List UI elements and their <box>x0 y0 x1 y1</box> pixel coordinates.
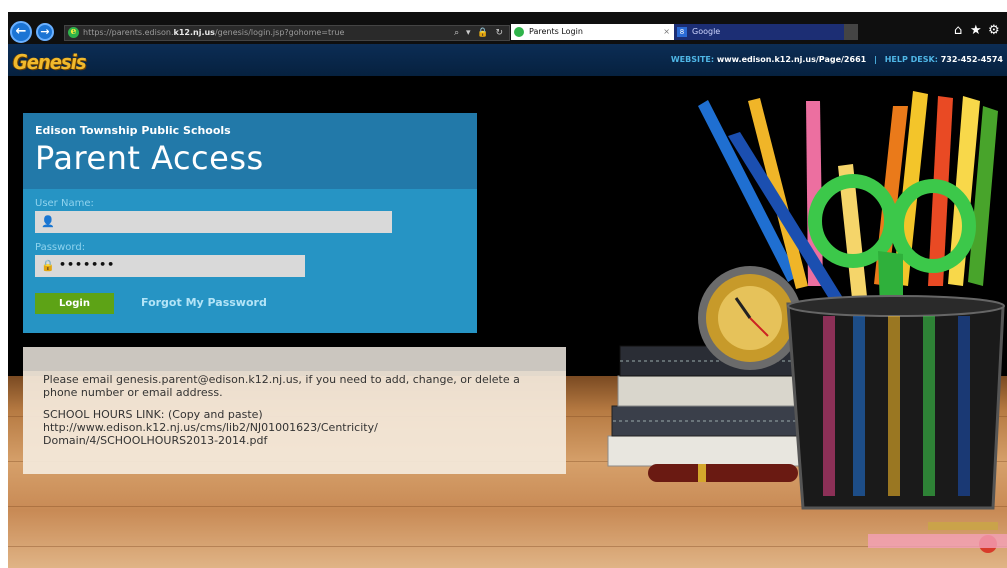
url-prefix: https://parents.edison. <box>83 28 174 37</box>
header-separator: | <box>874 55 877 64</box>
tab-parents-login[interactable]: Parents Login × <box>511 24 674 40</box>
lock-icon: 🔒 <box>41 259 55 272</box>
login-panel: Edison Township Public Schools Parent Ac… <box>23 113 477 333</box>
google-tab-icon: 8 <box>677 27 687 37</box>
close-tab-icon[interactable]: × <box>663 24 670 40</box>
info-panel-header <box>23 347 566 371</box>
hours-link-line-1: http://www.edison.k12.nj.us/cms/lib2/NJ0… <box>43 421 378 434</box>
url-text[interactable]: https://parents.edison.k12.nj.us/genesis… <box>83 26 344 40</box>
website-label: WEBSITE: <box>670 55 715 64</box>
compass-clock <box>698 266 802 370</box>
username-field[interactable]: 👤 <box>35 211 392 233</box>
page-title: Parent Access <box>35 139 264 177</box>
pushpins <box>868 522 1007 553</box>
info-panel: Please email genesis.parent@edison.k12.n… <box>23 347 566 474</box>
username-label: User Name: <box>35 198 94 209</box>
login-button[interactable]: Login <box>35 293 114 314</box>
info-line-2: phone number or email address. <box>43 386 223 399</box>
url-path: /genesis/login.jsp?gohome=true <box>214 28 345 37</box>
url-domain: k12.nj.us <box>173 28 215 37</box>
fountain-pen <box>648 464 798 482</box>
settings-gear-icon[interactable]: ⚙ <box>988 23 1000 39</box>
info-line-1: Please email genesis.parent@edison.k12.n… <box>43 373 520 386</box>
tab-google[interactable]: 8 Google <box>674 24 844 40</box>
helpdesk-label: HELP DESK: <box>884 55 938 64</box>
ie-page-icon: e <box>68 27 79 38</box>
genesis-logo[interactable]: Genesis <box>13 50 87 74</box>
forgot-password-link[interactable]: Forgot My Password <box>141 296 267 309</box>
address-bar[interactable]: e https://parents.edison.k12.nj.us/genes… <box>64 25 510 41</box>
helpdesk-phone: 732-452-4574 <box>940 55 1003 64</box>
user-icon: 👤 <box>41 215 55 228</box>
browser-window: ← → e https://parents.edison.k12.nj.us/g… <box>8 12 1007 568</box>
address-tools[interactable]: ⌕ ▾ 🔒 ↻ <box>454 26 505 40</box>
favorites-star-icon[interactable]: ★ <box>970 23 982 39</box>
home-icon[interactable]: ⌂ <box>954 23 962 39</box>
hours-title: SCHOOL HOURS LINK: (Copy and paste) <box>43 408 263 421</box>
password-field[interactable]: 🔒 ••••••• <box>35 255 305 277</box>
new-tab-button[interactable] <box>844 24 858 40</box>
tab-label: Parents Login <box>529 27 583 36</box>
forward-icon[interactable]: → <box>36 23 54 41</box>
login-header: Edison Township Public Schools Parent Ac… <box>23 113 477 189</box>
pencil-holder-cup <box>786 295 1005 510</box>
browser-toolbar: ← → e https://parents.edison.k12.nj.us/g… <box>8 12 1007 44</box>
ie-tab-icon <box>514 27 524 37</box>
back-icon[interactable]: ← <box>10 21 32 43</box>
tab-label: Google <box>692 27 721 36</box>
password-value: ••••••• <box>59 258 116 271</box>
hours-link-line-2: Domain/4/SCHOOLHOURS2013-2014.pdf <box>43 434 268 447</box>
website-link[interactable]: www.edison.k12.nj.us/Page/2661 <box>717 55 866 64</box>
district-name: Edison Township Public Schools <box>35 124 231 137</box>
site-header: Genesis WEBSITE: www.edison.k12.nj.us/Pa… <box>8 44 1007 76</box>
header-links: WEBSITE: www.edison.k12.nj.us/Page/2661 … <box>671 55 1003 64</box>
password-label: Password: <box>35 242 86 253</box>
